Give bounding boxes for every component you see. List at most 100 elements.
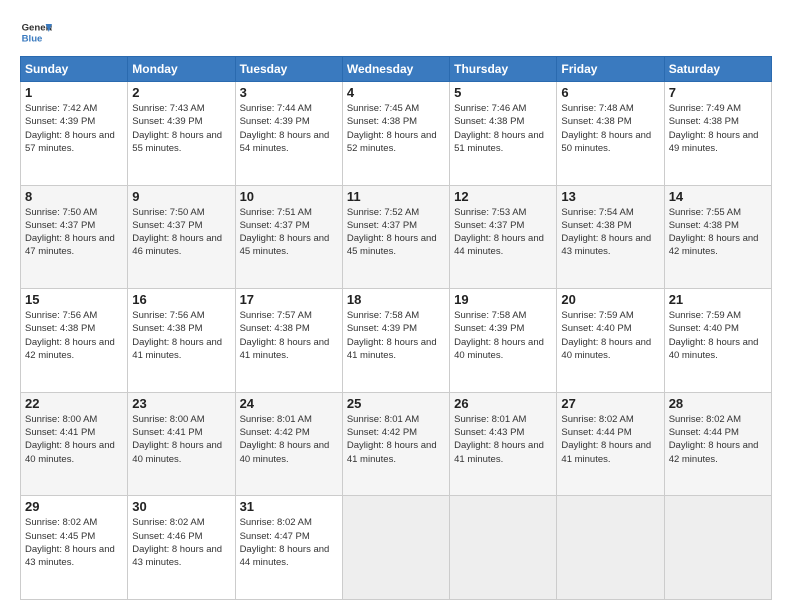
cell-content: Sunrise: 7:50 AMSunset: 4:37 PMDaylight:…	[25, 207, 115, 258]
calendar-cell: 7 Sunrise: 7:49 AMSunset: 4:38 PMDayligh…	[664, 82, 771, 186]
calendar-cell	[664, 496, 771, 600]
calendar-cell	[342, 496, 449, 600]
calendar-week-row: 29 Sunrise: 8:02 AMSunset: 4:45 PMDaylig…	[21, 496, 772, 600]
calendar-week-row: 1 Sunrise: 7:42 AMSunset: 4:39 PMDayligh…	[21, 82, 772, 186]
calendar-cell: 31 Sunrise: 8:02 AMSunset: 4:47 PMDaylig…	[235, 496, 342, 600]
calendar-cell: 24 Sunrise: 8:01 AMSunset: 4:42 PMDaylig…	[235, 392, 342, 496]
calendar-cell: 18 Sunrise: 7:58 AMSunset: 4:39 PMDaylig…	[342, 289, 449, 393]
cell-content: Sunrise: 7:49 AMSunset: 4:38 PMDaylight:…	[669, 103, 759, 154]
day-number: 27	[561, 396, 659, 411]
cell-content: Sunrise: 7:56 AMSunset: 4:38 PMDaylight:…	[25, 310, 115, 361]
calendar-week-row: 22 Sunrise: 8:00 AMSunset: 4:41 PMDaylig…	[21, 392, 772, 496]
day-number: 22	[25, 396, 123, 411]
calendar-cell: 4 Sunrise: 7:45 AMSunset: 4:38 PMDayligh…	[342, 82, 449, 186]
svg-text:Blue: Blue	[22, 34, 43, 45]
calendar-cell: 1 Sunrise: 7:42 AMSunset: 4:39 PMDayligh…	[21, 82, 128, 186]
day-number: 12	[454, 189, 552, 204]
calendar-week-row: 8 Sunrise: 7:50 AMSunset: 4:37 PMDayligh…	[21, 185, 772, 289]
weekday-header-monday: Monday	[128, 57, 235, 82]
calendar-cell: 2 Sunrise: 7:43 AMSunset: 4:39 PMDayligh…	[128, 82, 235, 186]
calendar-cell: 8 Sunrise: 7:50 AMSunset: 4:37 PMDayligh…	[21, 185, 128, 289]
cell-content: Sunrise: 8:00 AMSunset: 4:41 PMDaylight:…	[25, 414, 115, 465]
weekday-header-sunday: Sunday	[21, 57, 128, 82]
day-number: 1	[25, 85, 123, 100]
calendar-cell: 3 Sunrise: 7:44 AMSunset: 4:39 PMDayligh…	[235, 82, 342, 186]
cell-content: Sunrise: 7:52 AMSunset: 4:37 PMDaylight:…	[347, 207, 437, 258]
day-number: 19	[454, 292, 552, 307]
calendar-cell: 22 Sunrise: 8:00 AMSunset: 4:41 PMDaylig…	[21, 392, 128, 496]
cell-content: Sunrise: 7:42 AMSunset: 4:39 PMDaylight:…	[25, 103, 115, 154]
calendar-cell: 27 Sunrise: 8:02 AMSunset: 4:44 PMDaylig…	[557, 392, 664, 496]
calendar-cell	[557, 496, 664, 600]
weekday-header-tuesday: Tuesday	[235, 57, 342, 82]
cell-content: Sunrise: 7:57 AMSunset: 4:38 PMDaylight:…	[240, 310, 330, 361]
cell-content: Sunrise: 8:02 AMSunset: 4:47 PMDaylight:…	[240, 517, 330, 568]
day-number: 10	[240, 189, 338, 204]
cell-content: Sunrise: 7:53 AMSunset: 4:37 PMDaylight:…	[454, 207, 544, 258]
day-number: 25	[347, 396, 445, 411]
calendar-cell: 29 Sunrise: 8:02 AMSunset: 4:45 PMDaylig…	[21, 496, 128, 600]
cell-content: Sunrise: 7:56 AMSunset: 4:38 PMDaylight:…	[132, 310, 222, 361]
day-number: 14	[669, 189, 767, 204]
cell-content: Sunrise: 7:59 AMSunset: 4:40 PMDaylight:…	[669, 310, 759, 361]
cell-content: Sunrise: 8:02 AMSunset: 4:44 PMDaylight:…	[669, 414, 759, 465]
calendar-cell: 15 Sunrise: 7:56 AMSunset: 4:38 PMDaylig…	[21, 289, 128, 393]
cell-content: Sunrise: 7:50 AMSunset: 4:37 PMDaylight:…	[132, 207, 222, 258]
calendar-cell: 19 Sunrise: 7:58 AMSunset: 4:39 PMDaylig…	[450, 289, 557, 393]
calendar-cell: 11 Sunrise: 7:52 AMSunset: 4:37 PMDaylig…	[342, 185, 449, 289]
day-number: 18	[347, 292, 445, 307]
cell-content: Sunrise: 7:54 AMSunset: 4:38 PMDaylight:…	[561, 207, 651, 258]
logo-icon: General Blue	[20, 16, 52, 48]
cell-content: Sunrise: 7:46 AMSunset: 4:38 PMDaylight:…	[454, 103, 544, 154]
calendar-cell: 6 Sunrise: 7:48 AMSunset: 4:38 PMDayligh…	[557, 82, 664, 186]
calendar-cell: 10 Sunrise: 7:51 AMSunset: 4:37 PMDaylig…	[235, 185, 342, 289]
calendar-cell: 12 Sunrise: 7:53 AMSunset: 4:37 PMDaylig…	[450, 185, 557, 289]
day-number: 26	[454, 396, 552, 411]
day-number: 6	[561, 85, 659, 100]
cell-content: Sunrise: 7:48 AMSunset: 4:38 PMDaylight:…	[561, 103, 651, 154]
day-number: 2	[132, 85, 230, 100]
cell-content: Sunrise: 7:58 AMSunset: 4:39 PMDaylight:…	[454, 310, 544, 361]
day-number: 13	[561, 189, 659, 204]
day-number: 5	[454, 85, 552, 100]
calendar-cell: 13 Sunrise: 7:54 AMSunset: 4:38 PMDaylig…	[557, 185, 664, 289]
day-number: 15	[25, 292, 123, 307]
day-number: 28	[669, 396, 767, 411]
cell-content: Sunrise: 7:45 AMSunset: 4:38 PMDaylight:…	[347, 103, 437, 154]
cell-content: Sunrise: 8:01 AMSunset: 4:43 PMDaylight:…	[454, 414, 544, 465]
day-number: 3	[240, 85, 338, 100]
cell-content: Sunrise: 8:01 AMSunset: 4:42 PMDaylight:…	[347, 414, 437, 465]
day-number: 9	[132, 189, 230, 204]
calendar-cell: 17 Sunrise: 7:57 AMSunset: 4:38 PMDaylig…	[235, 289, 342, 393]
weekday-header-saturday: Saturday	[664, 57, 771, 82]
day-number: 21	[669, 292, 767, 307]
weekday-header-thursday: Thursday	[450, 57, 557, 82]
cell-content: Sunrise: 8:01 AMSunset: 4:42 PMDaylight:…	[240, 414, 330, 465]
cell-content: Sunrise: 8:02 AMSunset: 4:44 PMDaylight:…	[561, 414, 651, 465]
calendar-week-row: 15 Sunrise: 7:56 AMSunset: 4:38 PMDaylig…	[21, 289, 772, 393]
day-number: 24	[240, 396, 338, 411]
calendar-cell: 20 Sunrise: 7:59 AMSunset: 4:40 PMDaylig…	[557, 289, 664, 393]
cell-content: Sunrise: 8:02 AMSunset: 4:46 PMDaylight:…	[132, 517, 222, 568]
cell-content: Sunrise: 7:59 AMSunset: 4:40 PMDaylight:…	[561, 310, 651, 361]
calendar-cell: 23 Sunrise: 8:00 AMSunset: 4:41 PMDaylig…	[128, 392, 235, 496]
cell-content: Sunrise: 8:02 AMSunset: 4:45 PMDaylight:…	[25, 517, 115, 568]
logo: General Blue	[20, 16, 52, 48]
cell-content: Sunrise: 7:43 AMSunset: 4:39 PMDaylight:…	[132, 103, 222, 154]
day-number: 4	[347, 85, 445, 100]
header: General Blue	[20, 16, 772, 48]
calendar-cell: 21 Sunrise: 7:59 AMSunset: 4:40 PMDaylig…	[664, 289, 771, 393]
calendar-cell: 14 Sunrise: 7:55 AMSunset: 4:38 PMDaylig…	[664, 185, 771, 289]
weekday-header-wednesday: Wednesday	[342, 57, 449, 82]
calendar-cell: 28 Sunrise: 8:02 AMSunset: 4:44 PMDaylig…	[664, 392, 771, 496]
cell-content: Sunrise: 7:55 AMSunset: 4:38 PMDaylight:…	[669, 207, 759, 258]
day-number: 17	[240, 292, 338, 307]
day-number: 7	[669, 85, 767, 100]
calendar-table: SundayMondayTuesdayWednesdayThursdayFrid…	[20, 56, 772, 600]
page: General Blue SundayMondayTuesdayWednesda…	[0, 0, 792, 612]
calendar-cell: 25 Sunrise: 8:01 AMSunset: 4:42 PMDaylig…	[342, 392, 449, 496]
weekday-header-row: SundayMondayTuesdayWednesdayThursdayFrid…	[21, 57, 772, 82]
calendar-cell: 5 Sunrise: 7:46 AMSunset: 4:38 PMDayligh…	[450, 82, 557, 186]
day-number: 16	[132, 292, 230, 307]
cell-content: Sunrise: 7:44 AMSunset: 4:39 PMDaylight:…	[240, 103, 330, 154]
